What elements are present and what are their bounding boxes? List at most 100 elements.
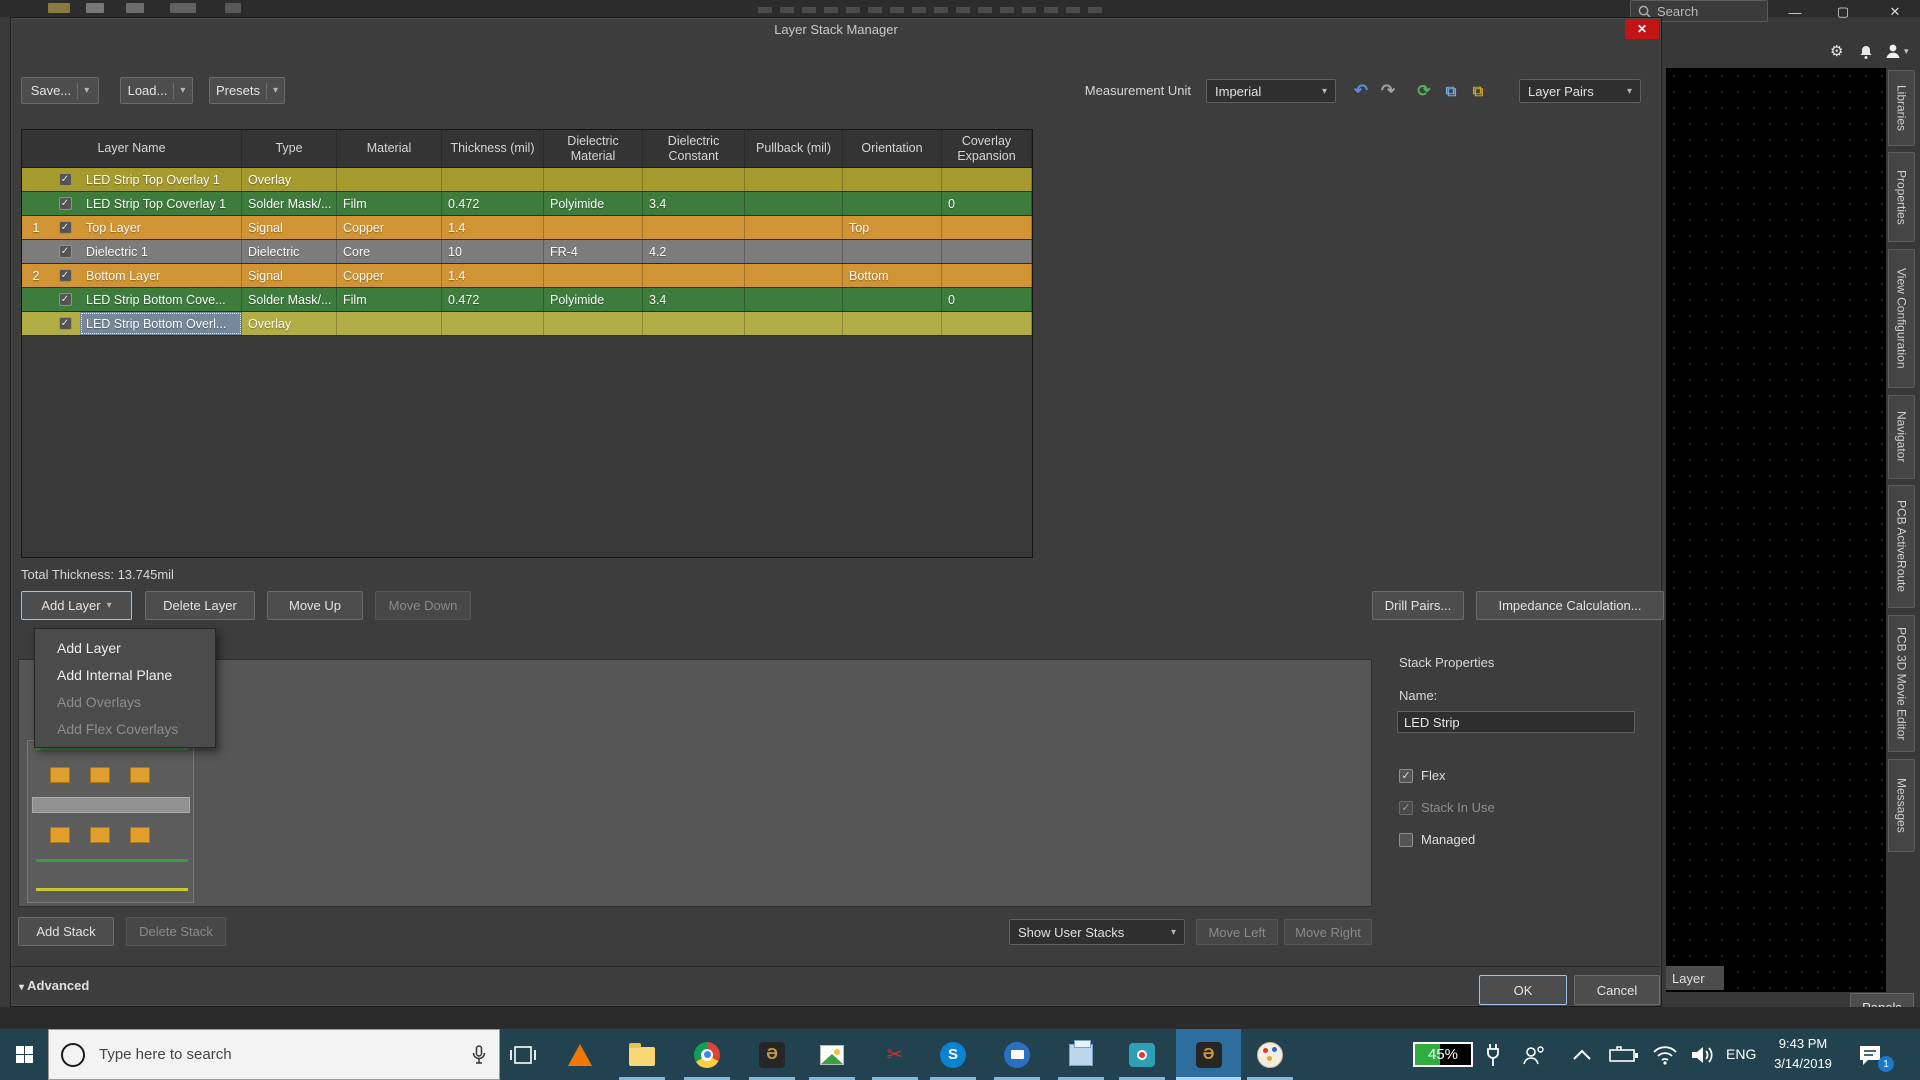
printer-app-icon[interactable]: [1058, 1029, 1104, 1080]
cell-thickness[interactable]: 1.4: [442, 216, 544, 239]
sync-stack-icon[interactable]: ⟳: [1411, 78, 1437, 104]
row-checkbox[interactable]: ✓: [59, 173, 72, 186]
cell-orientation[interactable]: [843, 192, 942, 215]
cell-dielectric-constant[interactable]: [643, 312, 745, 335]
cell-orientation[interactable]: Top: [843, 216, 942, 239]
col-thickness[interactable]: Thickness (mil): [442, 130, 544, 167]
stack-name-input[interactable]: [1397, 711, 1635, 733]
undo-icon[interactable]: ↶: [1348, 78, 1374, 104]
dialog-close-button[interactable]: ✕: [1625, 19, 1659, 39]
copy-stack-icon[interactable]: ⧉: [1438, 78, 1464, 104]
altium-designer-icon[interactable]: Ə: [749, 1029, 795, 1080]
tab-properties[interactable]: Properties: [1888, 152, 1915, 242]
row-checkbox[interactable]: ✓: [59, 221, 72, 234]
col-dielectric-material[interactable]: Dielectric Material: [544, 130, 643, 167]
vlc-icon[interactable]: [557, 1029, 603, 1080]
col-pullback[interactable]: Pullback (mil): [745, 130, 843, 167]
cell-dielectric-constant[interactable]: [643, 264, 745, 287]
add-layer-button[interactable]: Add Layer▾: [21, 591, 132, 620]
cell-dielectric-material[interactable]: [544, 264, 643, 287]
cell-thickness[interactable]: 1.4: [442, 264, 544, 287]
tab-view-configuration[interactable]: View Configuration: [1888, 249, 1915, 388]
gear-icon[interactable]: ⚙: [1830, 42, 1843, 60]
cell-thickness[interactable]: 10: [442, 240, 544, 263]
chrome-icon[interactable]: [684, 1029, 730, 1080]
cell-orientation[interactable]: [843, 312, 942, 335]
cell-coverlay-expansion[interactable]: [942, 168, 1032, 191]
col-type[interactable]: Type: [242, 130, 337, 167]
usb-plug-icon[interactable]: [1481, 1029, 1505, 1080]
cell-thickness[interactable]: 0.472: [442, 288, 544, 311]
microphone-icon[interactable]: [471, 1045, 487, 1065]
cell-type[interactable]: Overlay: [242, 168, 337, 191]
cell-material[interactable]: Film: [337, 192, 442, 215]
cell-type[interactable]: Solder Mask/...: [242, 288, 337, 311]
cell-type[interactable]: Signal: [242, 264, 337, 287]
close-window-button[interactable]: ✕: [1878, 0, 1912, 24]
tab-libraries[interactable]: Libraries: [1888, 70, 1915, 146]
menu-item-add-layer[interactable]: Add Layer: [35, 634, 215, 661]
cell-orientation[interactable]: [843, 168, 942, 191]
col-material[interactable]: Material: [337, 130, 442, 167]
cell-type[interactable]: Dielectric: [242, 240, 337, 263]
photos-icon[interactable]: [809, 1029, 855, 1080]
move-up-button[interactable]: Move Up: [267, 591, 363, 620]
pcb-canvas[interactable]: [1666, 68, 1886, 992]
cell-orientation[interactable]: [843, 240, 942, 263]
cell-coverlay-expansion[interactable]: [942, 240, 1032, 263]
menu-item-add-internal-plane[interactable]: Add Internal Plane: [35, 661, 215, 688]
cell-layer-name[interactable]: LED Strip Top Overlay 1: [80, 168, 242, 191]
cell-coverlay-expansion[interactable]: [942, 264, 1032, 287]
managed-checkbox-row[interactable]: Managed: [1399, 832, 1475, 847]
cell-dielectric-constant[interactable]: 3.4: [643, 288, 745, 311]
show-user-stacks-select[interactable]: Show User Stacks▾: [1009, 919, 1185, 945]
skype-icon[interactable]: S: [930, 1029, 976, 1080]
cell-pullback[interactable]: [745, 192, 843, 215]
cancel-button[interactable]: Cancel: [1574, 975, 1660, 1005]
table-row[interactable]: ✓ LED Strip Bottom Cove... Solder Mask/.…: [22, 288, 1032, 312]
table-row[interactable]: ✓ LED Strip Top Overlay 1 Overlay: [22, 168, 1032, 192]
impedance-calculation-button[interactable]: Impedance Calculation...: [1476, 591, 1664, 620]
speaker-icon[interactable]: [1686, 1029, 1720, 1080]
battery-percent-indicator[interactable]: 45%: [1413, 1042, 1473, 1067]
load-button[interactable]: Load...▾: [120, 77, 193, 104]
minimize-button[interactable]: —: [1778, 0, 1812, 24]
table-row[interactable]: 2 ✓ Bottom Layer Signal Copper 1.4 Botto…: [22, 264, 1032, 288]
advanced-toggle[interactable]: ▾ Advanced: [19, 978, 89, 993]
task-view-icon[interactable]: [500, 1029, 546, 1080]
drill-pairs-button[interactable]: Drill Pairs...: [1372, 591, 1464, 620]
cell-material[interactable]: [337, 312, 442, 335]
taskbar-search-box[interactable]: Type here to search: [48, 1029, 500, 1080]
wifi-icon[interactable]: [1648, 1029, 1682, 1080]
cell-type[interactable]: Signal: [242, 216, 337, 239]
table-row[interactable]: 1 ✓ Top Layer Signal Copper 1.4 Top: [22, 216, 1032, 240]
user-icon[interactable]: [1884, 42, 1902, 60]
cell-material[interactable]: Core: [337, 240, 442, 263]
tab-pcb-3d-movie-editor[interactable]: PCB 3D Movie Editor: [1888, 615, 1915, 752]
cell-dielectric-material[interactable]: Polyimide: [544, 192, 643, 215]
altium-designer-active-icon[interactable]: Ə: [1176, 1029, 1241, 1080]
add-stack-button[interactable]: Add Stack: [18, 917, 114, 946]
measurement-unit-select[interactable]: Imperial▾: [1206, 79, 1336, 103]
cell-type[interactable]: Solder Mask/...: [242, 192, 337, 215]
table-row[interactable]: ✓ Dielectric 1 Dielectric Core 10 FR-4 4…: [22, 240, 1032, 264]
cell-thickness[interactable]: [442, 168, 544, 191]
cell-dielectric-constant[interactable]: [643, 216, 745, 239]
cell-orientation[interactable]: [843, 288, 942, 311]
snipping-tool-icon[interactable]: ✂: [872, 1029, 918, 1080]
screen-recorder-icon[interactable]: [1119, 1029, 1165, 1080]
col-dielectric-constant[interactable]: Dielectric Constant: [643, 130, 745, 167]
cell-pullback[interactable]: [745, 168, 843, 191]
presets-button[interactable]: Presets▾: [209, 77, 285, 104]
col-orientation[interactable]: Orientation: [843, 130, 942, 167]
bell-icon[interactable]: [1858, 44, 1874, 60]
table-row[interactable]: ✓ LED Strip Bottom Overl... Overlay: [22, 312, 1032, 336]
language-indicator[interactable]: ENG: [1726, 1046, 1756, 1062]
cell-pullback[interactable]: [745, 288, 843, 311]
paint-icon[interactable]: [1247, 1029, 1293, 1080]
cell-dielectric-constant[interactable]: 4.2: [643, 240, 745, 263]
cell-material[interactable]: Copper: [337, 264, 442, 287]
col-layer-name[interactable]: Layer Name: [22, 130, 242, 167]
row-checkbox[interactable]: ✓: [59, 317, 72, 330]
file-explorer-icon[interactable]: [619, 1029, 665, 1080]
